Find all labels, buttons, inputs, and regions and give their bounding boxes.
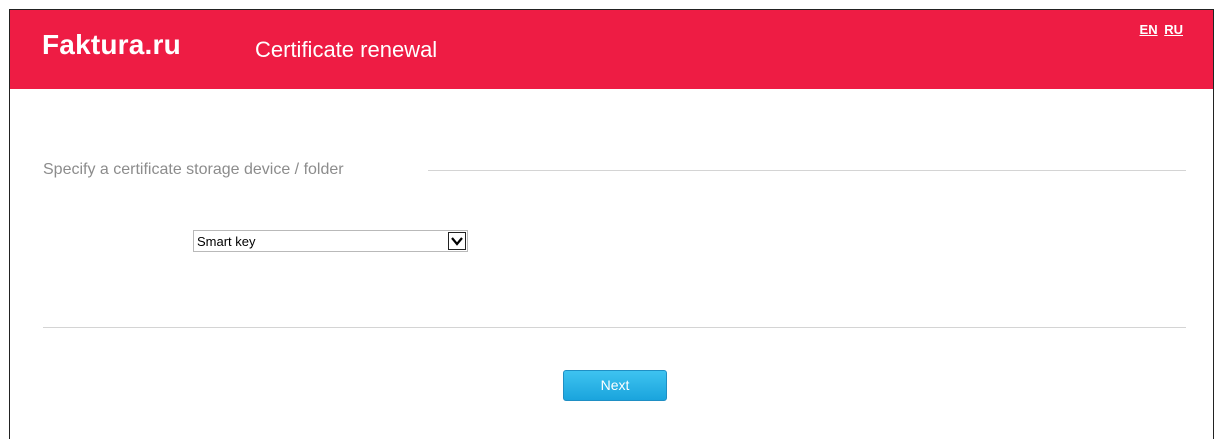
header-bar: Faktura.ru Certificate renewal EN RU [10,10,1213,89]
storage-device-selected-value: Smart key [197,234,256,249]
faktura-logo: Faktura.ru [42,29,181,60]
page-frame: Faktura.ru Certificate renewal EN RU Spe… [9,9,1214,439]
section-separator-line [428,170,1186,171]
form-divider [43,327,1186,328]
next-button[interactable]: Next [563,370,667,401]
chevron-down-icon[interactable] [448,232,466,250]
page-title: Certificate renewal [255,37,438,62]
storage-device-select[interactable]: Smart key [193,230,468,252]
lang-ru-link[interactable]: RU [1164,22,1183,37]
language-switcher: EN RU [1137,22,1183,37]
lang-en-link[interactable]: EN [1140,22,1158,37]
storage-section-label: Specify a certificate storage device / f… [43,161,354,179]
